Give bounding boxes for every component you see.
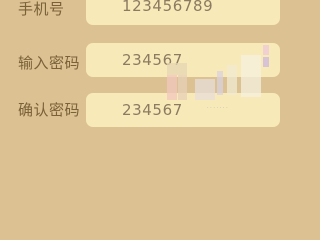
password-label: 输入密码 [18,54,81,72]
confirm-password-input[interactable]: 234567 [86,93,280,127]
password-input[interactable]: 234567 [86,43,280,77]
account-form-screen: { "form": { "phone": { "label": "手机号", "… [0,0,300,200]
phone-label: 手机号 [18,0,65,18]
phone-input[interactable]: 123456789 [86,0,280,25]
confirm-password-label: 确认密码 [18,101,81,119]
